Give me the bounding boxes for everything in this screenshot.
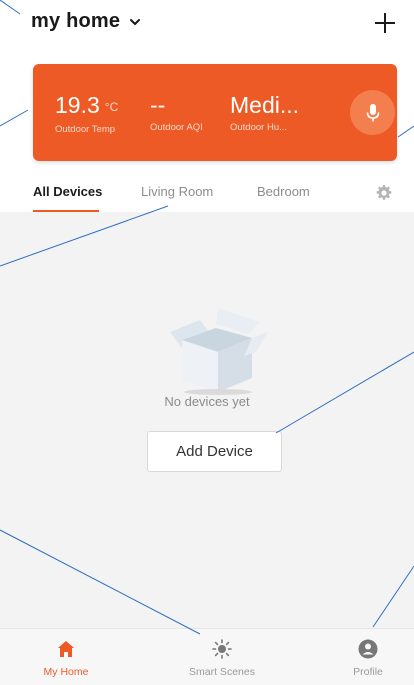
user-icon — [358, 639, 378, 659]
tab-bedroom[interactable]: Bedroom — [257, 184, 310, 199]
nav-label-my-home: My Home — [43, 666, 89, 678]
outdoor-aqi: -- Outdoor AQI — [150, 92, 203, 133]
plus-icon[interactable] — [370, 8, 400, 38]
microphone-icon — [366, 103, 379, 121]
home-name: my home — [31, 10, 121, 32]
empty-box-icon — [170, 308, 268, 395]
home-selector[interactable]: my home — [31, 10, 142, 33]
sun-icon — [212, 639, 232, 659]
devices-area: No devices yet Add Device — [0, 212, 414, 628]
voice-button[interactable] — [350, 90, 395, 135]
nav-smart-scenes[interactable]: Smart Scenes — [167, 629, 277, 685]
nav-profile[interactable]: Profile — [313, 629, 414, 685]
chevron-down-icon — [130, 18, 141, 25]
humidity-value: Medi... — [230, 92, 300, 118]
gear-icon[interactable] — [375, 184, 393, 202]
temp-unit: °C — [104, 100, 119, 114]
add-device-button[interactable]: Add Device — [147, 431, 282, 472]
aqi-label: Outdoor AQI — [150, 122, 203, 133]
bottom-nav: My Home Smart Scenes Profile — [0, 628, 414, 685]
aqi-value: -- — [150, 92, 166, 118]
tab-living-room[interactable]: Living Room — [141, 184, 213, 199]
top-bar: my home — [0, 0, 414, 56]
temp-value: 19.3 — [55, 92, 100, 118]
tab-all-devices[interactable]: All Devices — [33, 184, 102, 199]
temp-label: Outdoor Temp — [55, 124, 116, 135]
outdoor-temp: 19.3 °C Outdoor Temp — [55, 92, 118, 135]
nav-my-home[interactable]: My Home — [11, 629, 121, 685]
home-icon — [58, 641, 74, 657]
outdoor-humidity: Medi... Outdoor Hu... — [230, 92, 299, 133]
nav-label-smart-scenes: Smart Scenes — [189, 666, 255, 678]
humidity-label: Outdoor Hu... — [230, 122, 288, 133]
room-tabs: All Devices Living Room Bedroom — [0, 176, 414, 213]
weather-card[interactable]: 19.3 °C Outdoor Temp -- Outdoor AQI Medi.… — [33, 64, 397, 161]
empty-state-message: No devices yet — [164, 394, 250, 409]
nav-label-profile: Profile — [353, 666, 383, 678]
